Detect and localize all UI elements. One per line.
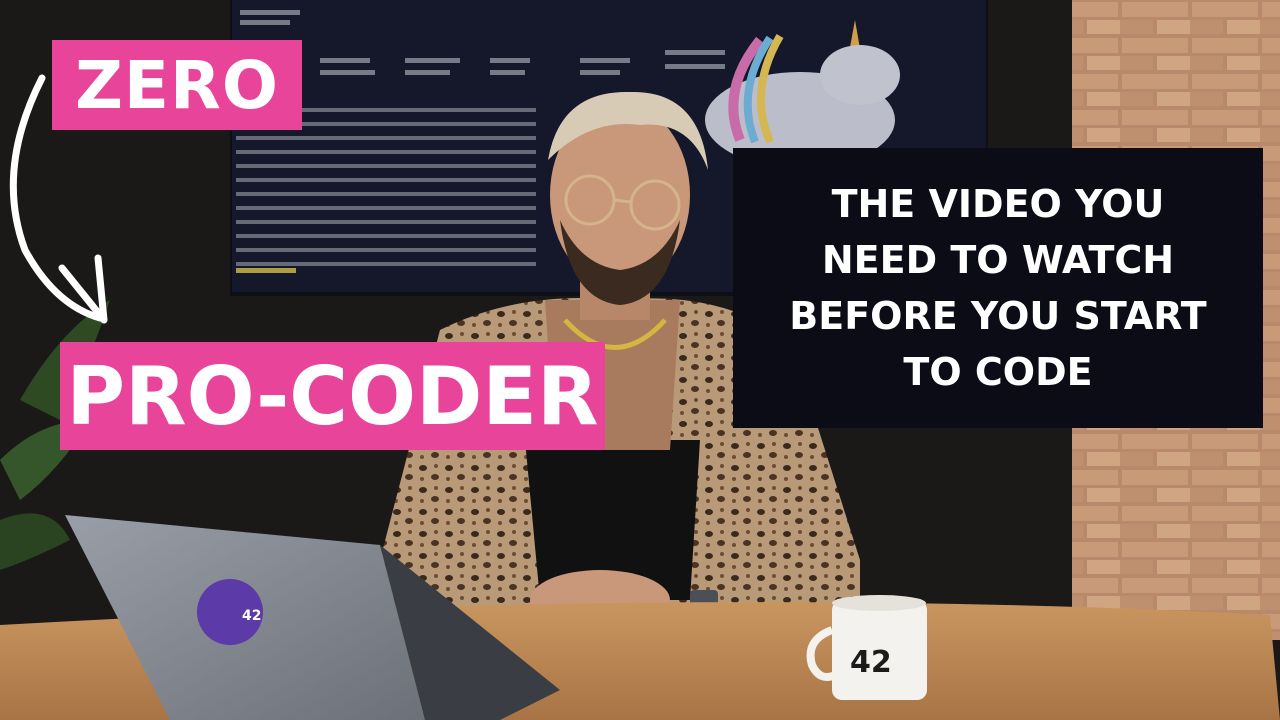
headline-line-1: THE VIDEO YOU (831, 182, 1165, 226)
laptop-sticker-text: 42 (242, 608, 261, 624)
headline-line-4: TO CODE (903, 350, 1093, 394)
zero-label: ZERO (52, 40, 302, 130)
headline-line-2: NEED TO WATCH (821, 238, 1175, 282)
headline-box: THE VIDEO YOU NEED TO WATCH BEFORE YOU S… (733, 148, 1263, 428)
headline-line-3: BEFORE YOU START (789, 294, 1207, 338)
pro-coder-label: PRO-CODER (60, 342, 605, 450)
mug-logo-text: 42 (850, 645, 892, 680)
